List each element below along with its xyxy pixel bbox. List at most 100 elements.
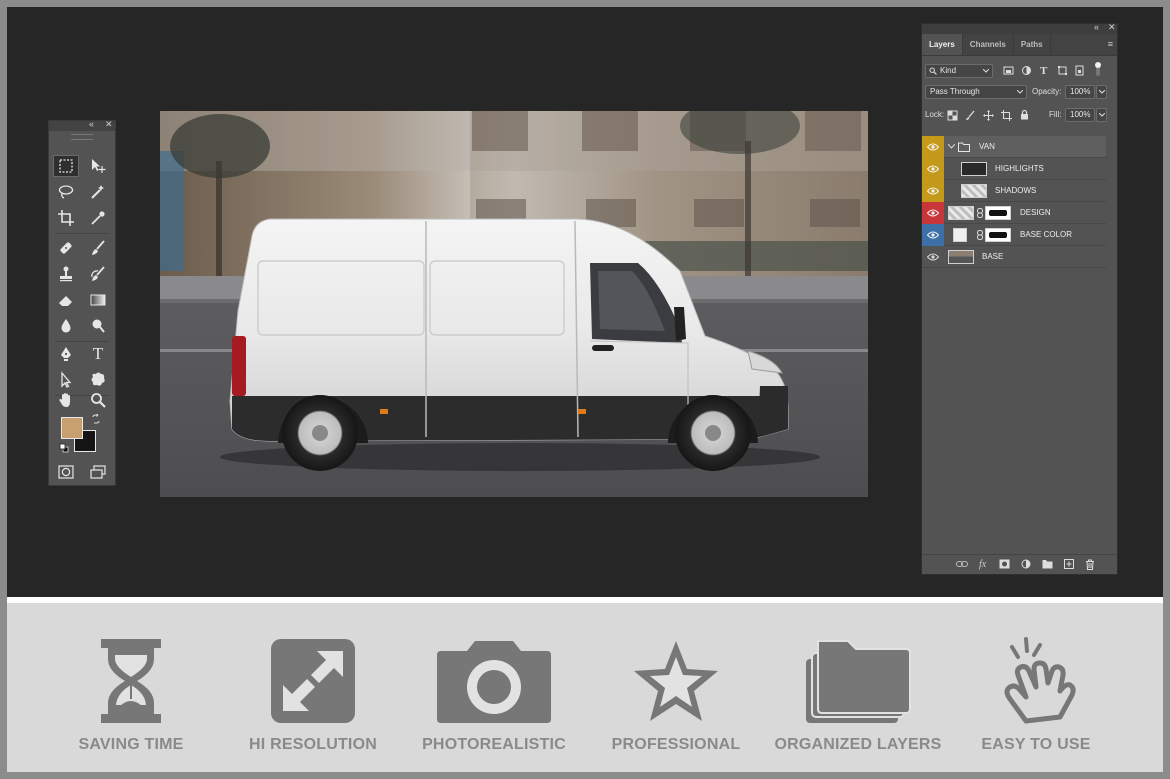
filter-adjustment-icon[interactable] [1021,65,1032,76]
brush-icon [92,240,105,255]
lock-position-icon[interactable] [983,110,994,121]
eyedropper-icon [91,211,105,225]
filter-toggle-icon[interactable] [1091,61,1105,77]
lock-artboard-icon[interactable] [1001,110,1012,121]
screen-mode-button[interactable] [85,461,111,483]
move-tool[interactable] [85,155,111,177]
lasso-tool[interactable] [53,181,79,203]
foreground-color-swatch[interactable] [61,417,83,439]
tools-panel-header[interactable]: « ✕ [49,119,115,131]
tools-panel-grip[interactable] [71,134,93,140]
visibility-toggle[interactable] [922,158,944,180]
link-layers-icon[interactable] [956,560,968,568]
layer-row-van[interactable]: VAN [922,136,1106,158]
visibility-toggle[interactable] [922,136,944,158]
tab-layers[interactable]: Layers [922,34,963,55]
panel-tabs: Layers Channels Paths ≡ [922,34,1117,56]
opacity-dropdown[interactable] [1096,85,1107,99]
default-colors-icon[interactable] [59,443,69,453]
filter-type-icon[interactable]: T [1040,64,1047,78]
close-icon[interactable]: ✕ [105,119,113,130]
magic-wand-tool[interactable] [85,181,111,203]
feature-photorealistic: PHOTOREALISTIC [404,637,584,762]
lock-transparency-icon[interactable] [947,110,958,121]
feature-label: SAVING TIME [78,736,184,753]
zoom-tool[interactable] [85,389,111,411]
filter-smart-object-icon[interactable] [1074,65,1085,76]
clone-stamp-tool[interactable] [53,263,79,285]
feature-label: PHOTOREALISTIC [422,736,566,753]
layer-mask-thumbnail[interactable] [985,228,1011,242]
visibility-toggle[interactable] [922,246,944,268]
history-brush-tool[interactable] [85,263,111,285]
close-icon[interactable]: ✕ [1108,22,1116,33]
rectangular-marquee-tool[interactable] [53,155,79,177]
blend-mode-select[interactable]: Pass Through [925,85,1027,99]
new-group-icon[interactable] [1042,559,1053,569]
collapse-icon[interactable]: « [1094,22,1099,32]
custom-shape-tool[interactable] [85,369,111,391]
layer-row-base-color[interactable]: BASE COLOR [922,224,1106,246]
layers-panel-footer: fx [922,554,1117,574]
type-tool[interactable]: T [85,343,111,365]
swap-colors-icon[interactable] [91,414,101,424]
camera-icon [437,641,551,723]
lock-all-icon[interactable] [1019,109,1030,120]
path-selection-tool[interactable] [53,369,79,391]
filter-pixel-icon[interactable] [1003,65,1014,76]
eraser-icon [59,296,72,306]
filter-kind-select[interactable]: Kind [925,64,993,78]
van-street-photo [160,111,868,497]
fill-dropdown[interactable] [1096,108,1107,122]
visibility-toggle[interactable] [922,202,944,224]
layer-row-highlights[interactable]: HIGHLIGHTS [922,158,1106,180]
tab-paths[interactable]: Paths [1014,34,1051,55]
layer-name: BASE COLOR [1020,230,1073,239]
fx-icon[interactable]: fx [979,559,986,571]
screen-mode-icon [90,465,106,479]
new-layer-icon[interactable] [1064,559,1074,569]
eraser-tool[interactable] [53,289,79,311]
fill-label: Fill: [1049,110,1062,119]
eyedropper-tool[interactable] [85,207,111,229]
feature-organized-layers: ORGANIZED LAYERS [768,637,948,762]
feature-professional: PROFESSIONAL [586,637,766,762]
adjustment-layer-icon[interactable] [1021,559,1031,569]
opacity-input[interactable]: 100% [1065,85,1095,99]
fill-input[interactable]: 100% [1065,108,1095,122]
panel-menu-icon[interactable]: ≡ [1108,39,1113,49]
layer-thumbnail [953,228,967,242]
add-mask-icon[interactable] [999,559,1010,569]
chevron-down-icon[interactable] [948,144,955,149]
chevron-down-icon [1017,90,1023,94]
dodge-tool[interactable] [85,315,111,337]
crop-tool[interactable] [53,207,79,229]
layer-row-design[interactable]: DESIGN [922,202,1106,224]
pen-tool[interactable] [53,343,79,365]
quick-mask-button[interactable] [53,461,79,483]
layer-thumbnail [948,206,974,220]
healing-brush-tool[interactable] [53,237,79,259]
hand-icon [59,393,70,407]
document-canvas[interactable] [160,111,868,497]
filter-shape-icon[interactable] [1057,65,1068,76]
chain-link-icon[interactable] [977,230,983,240]
layer-row-base[interactable]: BASE [922,246,1106,268]
eye-icon [927,231,939,239]
delete-layer-icon[interactable] [1085,559,1095,570]
layers-panel-header[interactable]: « ✕ [922,22,1117,34]
blur-tool[interactable] [53,315,79,337]
layer-row-shadows[interactable]: SHADOWS [922,180,1106,202]
brush-tool[interactable] [85,237,111,259]
hand-tool[interactable] [53,389,79,411]
filter-kind-value: Kind [940,66,957,75]
visibility-toggle[interactable] [922,224,944,246]
gradient-tool[interactable] [85,289,111,311]
lock-pixels-icon[interactable] [965,110,976,121]
visibility-toggle[interactable] [922,180,944,202]
chevron-down-icon [1099,90,1105,94]
collapse-icon[interactable]: « [89,119,94,129]
chain-link-icon[interactable] [977,208,983,218]
tab-channels[interactable]: Channels [963,34,1014,55]
layer-mask-thumbnail[interactable] [985,206,1011,220]
